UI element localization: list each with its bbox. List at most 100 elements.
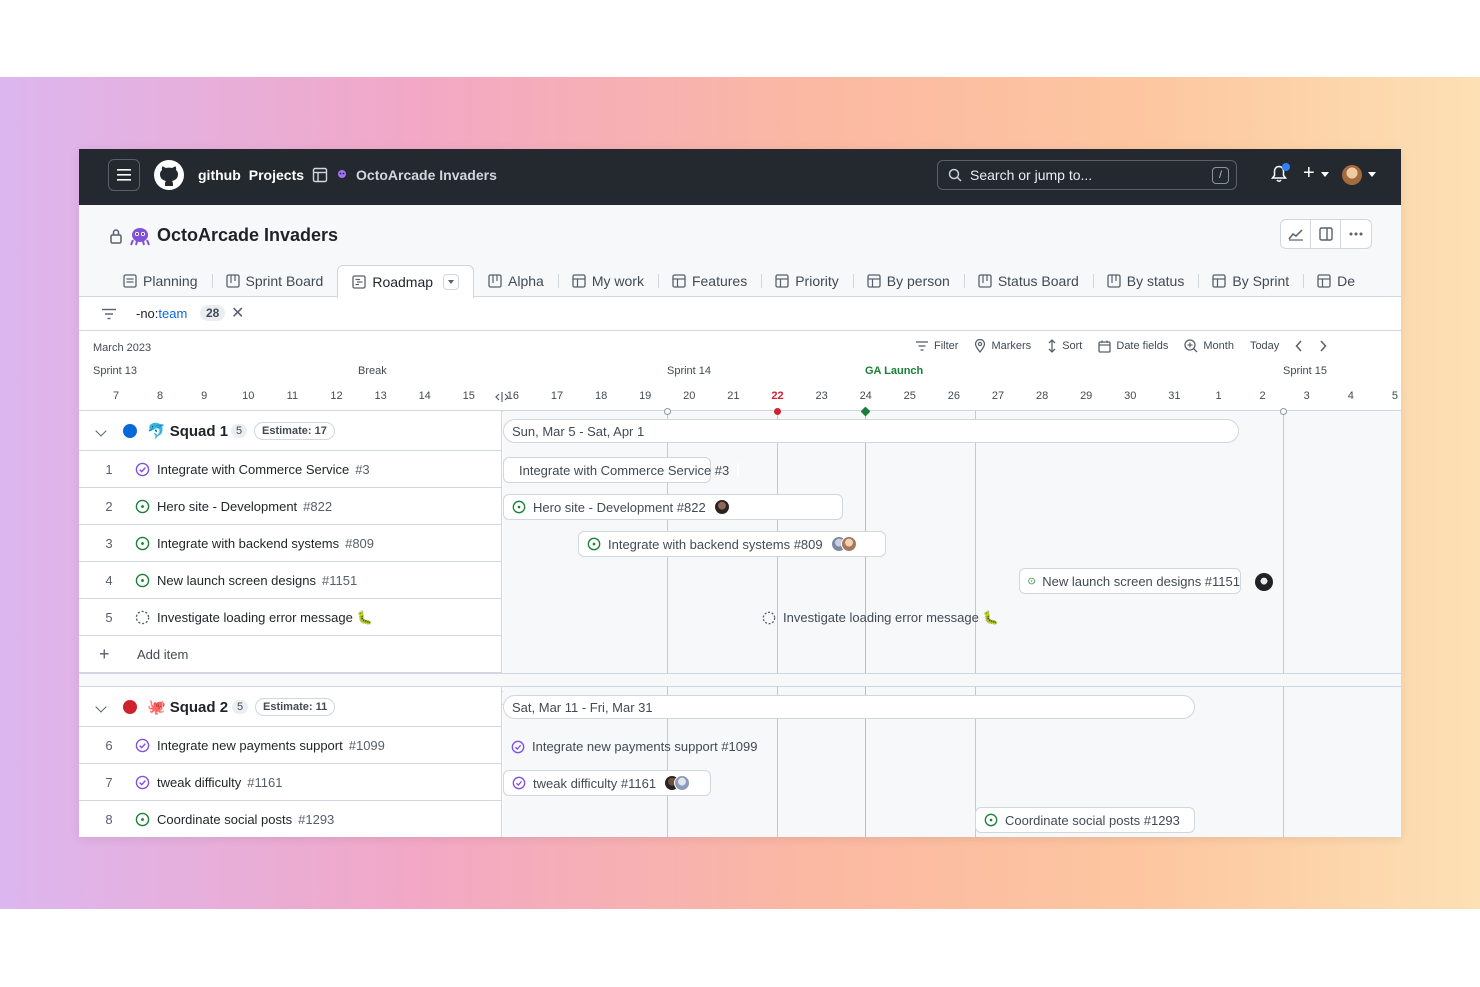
- day-tick-label: 21: [727, 390, 740, 402]
- tab-label: By Sprint: [1232, 273, 1290, 289]
- avatar[interactable]: [713, 499, 730, 515]
- group-name-text: Squad 2: [169, 698, 229, 716]
- tab-by-person[interactable]: By person: [852, 265, 964, 297]
- project-toolbar: [1280, 219, 1372, 249]
- issue-open-icon: [984, 813, 998, 827]
- row-number: 8: [105, 811, 113, 827]
- item-title[interactable]: tweak difficulty #1161: [157, 775, 282, 790]
- item-title[interactable]: Investigate loading error message 🐛: [157, 610, 373, 626]
- zoom-button[interactable]: Month: [1184, 339, 1234, 353]
- insights-button[interactable]: [1281, 220, 1311, 248]
- group-estimate: Estimate: 11: [255, 698, 336, 716]
- roadmap-item-bar[interactable]: Investigate loading error message 🐛: [762, 610, 999, 626]
- roadmap-item-bar[interactable]: Coordinate social posts #1293: [975, 807, 1195, 833]
- sort-icon: [1048, 339, 1056, 353]
- item-title[interactable]: Coordinate social posts #1293: [157, 812, 334, 827]
- date-fields-button[interactable]: Date fields: [1098, 340, 1168, 353]
- tab-status-board[interactable]: Status Board: [963, 265, 1093, 297]
- space-invader-icon: [130, 227, 150, 245]
- table-row[interactable]: 5 Investigate loading error message 🐛: [79, 599, 502, 636]
- breadcrumb-project[interactable]: OctoArcade Invaders: [356, 167, 497, 183]
- tab-features[interactable]: Features: [657, 265, 761, 297]
- roadmap-item-bar[interactable]: New launch screen designs #1151: [1019, 568, 1241, 594]
- tab-priority[interactable]: Priority: [761, 265, 853, 297]
- tab-alpha[interactable]: Alpha: [474, 265, 558, 297]
- day-tick-label: 13: [374, 390, 387, 402]
- row-number: 2: [105, 498, 113, 514]
- page-title: OctoArcade Invaders: [109, 225, 338, 246]
- group-separator: [79, 673, 1401, 687]
- table-row[interactable]: 4 New launch screen designs #1151: [79, 562, 502, 599]
- table-icon: [312, 167, 328, 183]
- breadcrumb-org[interactable]: github: [198, 167, 241, 183]
- roadmap-item-bar[interactable]: Integrate with backend systems #809: [578, 531, 886, 557]
- issue-open-icon: [135, 812, 150, 827]
- item-title[interactable]: Integrate new payments support #1099: [157, 738, 385, 753]
- global-header: github / Projects / OctoArcade Invaders …: [79, 149, 1401, 708]
- issue-closed-icon: [512, 776, 526, 790]
- tab-planning[interactable]: Planning: [109, 265, 212, 297]
- group-range-bar[interactable]: Sun, Mar 5 - Sat, Apr 1: [503, 419, 1239, 443]
- sidepanel-button[interactable]: [1311, 220, 1341, 248]
- item-title[interactable]: Hero site - Development #822: [157, 499, 332, 514]
- chevron-down-icon[interactable]: [95, 701, 107, 713]
- clear-filter-icon[interactable]: ✕: [231, 303, 244, 323]
- avatar[interactable]: [674, 775, 691, 791]
- ga-launch-marker-label: GA Launch: [865, 365, 924, 377]
- item-title[interactable]: New launch screen designs #1151: [157, 573, 357, 588]
- view-options-dropdown[interactable]: [443, 274, 460, 290]
- avatar[interactable]: [1342, 165, 1362, 185]
- bar-label: New launch screen designs #1151: [1042, 573, 1240, 589]
- sort-button[interactable]: Sort: [1047, 339, 1082, 353]
- tab-roadmap[interactable]: Roadmap: [337, 265, 475, 298]
- github-logo-icon[interactable]: [153, 159, 185, 191]
- breadcrumb-projects[interactable]: Projects: [249, 167, 304, 183]
- search-input[interactable]: Search or jump to... /: [937, 160, 1237, 190]
- tab-label: Status Board: [997, 273, 1079, 289]
- add-item-row[interactable]: + Add item: [79, 636, 502, 673]
- avatar[interactable]: [1255, 573, 1273, 591]
- project-title: OctoArcade Invaders: [157, 225, 339, 245]
- roadmap-item-bar[interactable]: tweak difficulty #1161: [503, 770, 711, 796]
- filter-query-input[interactable]: -no:team: [136, 306, 187, 321]
- tab-by-sprint[interactable]: By Sprint: [1198, 265, 1303, 297]
- table-row[interactable]: 6 Integrate new payments support #1099: [79, 727, 502, 764]
- issue-open-icon: [1028, 577, 1035, 585]
- tab-by-status[interactable]: By status: [1092, 265, 1199, 297]
- tab-label: Alpha: [508, 273, 544, 289]
- menu-button[interactable]: [108, 159, 140, 191]
- markers-button[interactable]: Markers: [974, 339, 1031, 353]
- table-row[interactable]: 3 Integrate with backend systems #809: [79, 525, 502, 562]
- item-number: #1099: [348, 738, 385, 753]
- item-number: #1151: [321, 573, 358, 588]
- previous-button[interactable]: [1295, 340, 1303, 352]
- roadmap-item-bar[interactable]: Integrate new payments support #1099: [511, 739, 757, 754]
- search-icon: [948, 168, 962, 182]
- resize-handle-icon[interactable]: [495, 392, 509, 402]
- chevron-down-icon[interactable]: [95, 425, 107, 437]
- tab-overflow[interactable]: De: [1303, 265, 1369, 297]
- item-title[interactable]: Integrate with backend systems #809: [157, 536, 374, 551]
- table-row[interactable]: 8 Coordinate social posts #1293: [79, 801, 502, 837]
- tab-my-work[interactable]: My work: [557, 265, 658, 297]
- next-button[interactable]: [1319, 340, 1327, 352]
- day-tick-label: 15: [462, 390, 475, 402]
- roadmap-item-bar[interactable]: Integrate with Commerce Service #3: [503, 457, 740, 483]
- create-new-button[interactable]: +: [1303, 162, 1315, 185]
- roadmap-filter-button[interactable]: Filter: [915, 340, 958, 352]
- lock-icon: [110, 228, 122, 244]
- more-options-button[interactable]: [1341, 220, 1371, 248]
- filter-icon[interactable]: [101, 308, 117, 320]
- roadmap-item-bar[interactable]: Hero site - Development #822: [503, 494, 843, 520]
- table-row[interactable]: 1 Integrate with Commerce Service #3: [79, 451, 502, 488]
- table-row[interactable]: 2 Hero site - Development #822: [79, 488, 502, 525]
- today-button[interactable]: Today: [1250, 340, 1279, 352]
- item-title-text: Integrate with backend systems: [157, 536, 340, 551]
- tab-sprint-board[interactable]: Sprint Board: [211, 265, 338, 297]
- table-row[interactable]: 7 tweak difficulty #1161: [79, 764, 502, 801]
- item-title[interactable]: Integrate with Commerce Service #3: [157, 462, 370, 477]
- add-item-button[interactable]: Add item: [137, 647, 188, 662]
- day-tick-label: 23: [815, 390, 828, 402]
- group-range-bar[interactable]: Sat, Mar 11 - Fri, Mar 31: [503, 695, 1195, 719]
- avatar[interactable]: [840, 536, 857, 552]
